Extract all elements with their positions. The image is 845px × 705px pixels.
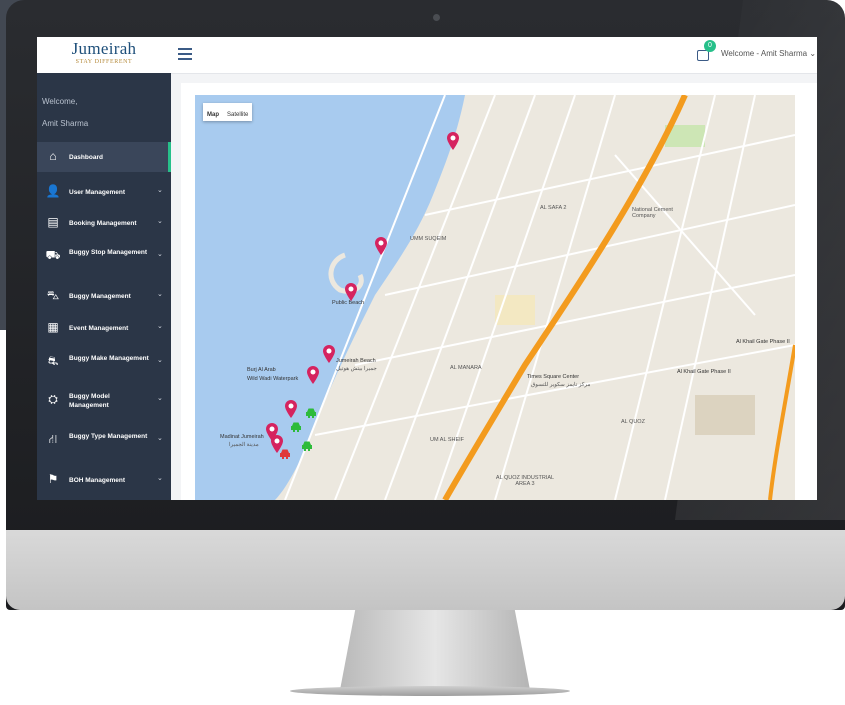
sidebar-item-label: Buggy Make Management [69, 355, 149, 362]
home-icon: ⌂ [49, 149, 57, 163]
sidebar-item-buggy-type-management[interactable]: ⛙ Buggy Type Management ⌄ [37, 425, 171, 455]
welcome-user-text: Welcome - Amit Sharma [721, 49, 808, 58]
sidebar-item-buggy-stop-management[interactable]: ⛟ Buggy Stop Management ⌄ [37, 241, 171, 271]
model-icon: ⛭ [48, 392, 58, 406]
user-menu[interactable]: Welcome - Amit Sharma ⌄ [721, 49, 816, 58]
map-label-al-manara: AL MANARA [450, 365, 482, 371]
notification-badge: 0 [704, 40, 716, 52]
buggy-car-icon[interactable] [301, 440, 313, 452]
buggy-car-icon[interactable] [290, 421, 302, 433]
car-icon: ⛐ [47, 354, 59, 368]
map-label-burj-al-arab: Burj Al Arab [247, 367, 276, 373]
chevron-down-icon: ⌄ [157, 435, 163, 442]
main-content: Map Satellite UMM SUQEIM AL SAFA 2 Nation… [181, 83, 817, 500]
booking-icon: ▤ [47, 215, 59, 229]
top-header: Jumeirah STAY DIFFERENT 0 Welcome - Amit… [37, 37, 817, 74]
monitor-stand [340, 610, 530, 690]
sidebar-item-user-management[interactable]: 👤 User Management ⌄ [37, 177, 171, 207]
map-pin-icon[interactable] [285, 400, 297, 418]
logo[interactable]: Jumeirah STAY DIFFERENT [37, 37, 171, 73]
map-type-toggle: Map Satellite [203, 103, 253, 124]
map-label-umm-suqeim: UMM SUQEIM [410, 236, 447, 242]
map-pin-icon[interactable] [345, 283, 357, 301]
chevron-down-icon: ⌄ [157, 357, 163, 364]
logo-name: Jumeirah [71, 39, 137, 58]
chevron-down-icon: ⌄ [157, 475, 163, 482]
sidebar-item-buggy-make-management[interactable]: ⛐ Buggy Make Management ⌄ [37, 347, 171, 377]
map-label-times-square: Times Square Center [527, 374, 580, 380]
sidebar: Welcome, Amit Sharma ⌂ Dashboard 👤 User … [37, 73, 171, 500]
chevron-down-icon: ⌄ [157, 395, 163, 402]
sidebar-item-dashboard[interactable]: ⌂ Dashboard [37, 142, 171, 172]
buggy-icon: ⛍ [46, 288, 60, 302]
map-label-madinat: Madinat Jumeirah [220, 434, 264, 440]
sidebar-item-label: Event Management [69, 325, 129, 332]
boh-icon: ⚑ [47, 472, 59, 486]
map-label-um-al-sheif: UM AL SHEIF [430, 437, 465, 443]
map-label-national-cement: National Cement Company [632, 207, 673, 219]
map-label-al-safa: AL SAFA 2 [540, 205, 567, 211]
map-label-al-khail-gate-2: Al Khail Gate Phase II [677, 369, 731, 375]
sidebar-item-label: Buggy Stop Management [69, 249, 148, 256]
map-label-madinat-ar: مدينة الجميرا [229, 442, 259, 448]
app-screen: Jumeirah STAY DIFFERENT 0 Welcome - Amit… [37, 37, 817, 500]
chevron-down-icon: ⌄ [157, 218, 163, 225]
chevron-down-icon: ⌄ [809, 49, 817, 58]
sidebar-item-label: BOH Management [69, 477, 125, 484]
sidebar-item-label: User Management [69, 189, 125, 196]
sidebar-user-name: Amit Sharma [42, 119, 89, 128]
map-label-times-square-ar: مركز تايمز سكوير للتسوق [531, 382, 591, 388]
buggy-stop-icon: ⛟ [45, 248, 61, 262]
buggy-car-icon[interactable] [305, 407, 317, 419]
hamburger-menu-icon[interactable] [178, 46, 192, 60]
chevron-down-icon: ⌄ [157, 291, 163, 298]
map-pin-icon[interactable] [447, 132, 459, 150]
sidebar-welcome: Welcome, [42, 97, 78, 106]
sidebar-item-boh-management[interactable]: ⚑ BOH Management ⌄ [37, 465, 171, 495]
map-pin-icon[interactable] [375, 237, 387, 255]
map-canvas [195, 95, 795, 500]
tab-map[interactable]: Map [203, 106, 223, 124]
tab-satellite[interactable]: Satellite [223, 106, 252, 124]
user-icon: 👤 [45, 184, 61, 198]
type-icon: ⛙ [48, 432, 58, 446]
chevron-down-icon: ⌄ [157, 187, 163, 194]
chevron-down-icon: ⌄ [157, 323, 163, 330]
map-pin-icon[interactable] [323, 345, 335, 363]
logo-tagline: STAY DIFFERENT [75, 59, 133, 65]
map-label-al-khail-gate: Al Khail Gate Phase II [736, 339, 790, 345]
highway-road [442, 95, 688, 500]
calendar-icon: ▦ [47, 320, 59, 334]
map-label-jumeirah-beach: Jumeirah Beach [336, 358, 376, 364]
sidebar-item-buggy-management[interactable]: ⛍ Buggy Management ⌄ [37, 281, 171, 311]
map-label-al-quoz: AL QUOZ [621, 419, 645, 425]
map-view[interactable]: Map Satellite UMM SUQEIM AL SAFA 2 Nation… [195, 95, 795, 500]
map-pin-icon[interactable] [307, 366, 319, 384]
sidebar-item-label: Buggy Type Management [69, 433, 148, 440]
sidebar-item-label: Dashboard [69, 154, 103, 161]
sidebar-item-booking-management[interactable]: ▤ Booking Management ⌄ [37, 208, 171, 238]
monitor-stand-base [290, 686, 570, 696]
camera-dot [433, 14, 440, 21]
sidebar-item-event-management[interactable]: ▦ Event Management ⌄ [37, 313, 171, 343]
monitor-chin [6, 530, 845, 610]
sidebar-item-buggy-model-management[interactable]: ⛭ Buggy Model Management ⌄ [37, 385, 171, 415]
map-label-jumeirah-beach-ar: جميرا بيتش هوتيل [336, 366, 377, 372]
industrial-area [695, 395, 755, 435]
map-label-wild-wadi: Wild Wadi Waterpark [247, 376, 299, 382]
map-label-al-quoz-industrial: AL QUOZ INDUSTRIAL AREA 3 [495, 475, 555, 487]
buggy-car-icon[interactable] [279, 448, 291, 460]
sidebar-item-label: Buggy Model Management [69, 393, 110, 409]
sidebar-item-label: Booking Management [69, 220, 137, 227]
chevron-down-icon: ⌄ [157, 251, 163, 258]
sidebar-item-label: Buggy Management [69, 293, 131, 300]
